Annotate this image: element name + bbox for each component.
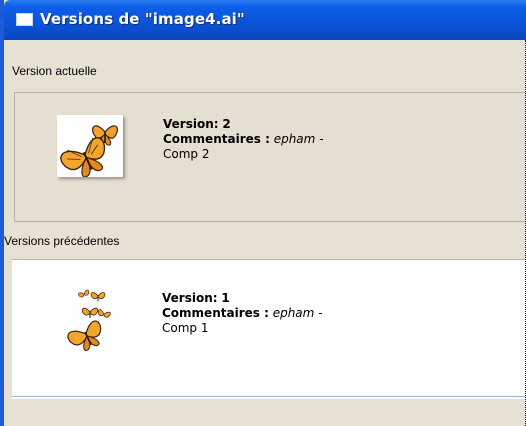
comment-text: Comp 1 bbox=[162, 321, 209, 335]
comments-label: Commentaires : bbox=[163, 132, 270, 146]
current-version-panel: Version: 2 Commentaires : epham - Comp 2 bbox=[14, 92, 526, 222]
comments-separator: - bbox=[318, 306, 323, 320]
comments-separator: - bbox=[319, 132, 324, 146]
comments-author: epham bbox=[272, 306, 315, 320]
versions-window: Versions de "image4.ai" Version actuelle bbox=[0, 0, 526, 426]
butterflies-thumbnail-icon[interactable] bbox=[66, 278, 120, 376]
window-icon bbox=[16, 13, 33, 26]
version-value: 1 bbox=[221, 291, 230, 305]
title-bar[interactable]: Versions de "image4.ai" bbox=[4, 0, 526, 40]
previous-versions-label: Versions précédentes bbox=[4, 234, 120, 248]
current-version-info: Version: 2 Commentaires : epham - Comp 2 bbox=[163, 117, 324, 162]
comments-label: Commentaires : bbox=[162, 306, 269, 320]
current-version-label: Version actuelle bbox=[12, 64, 97, 78]
comment-text: Comp 2 bbox=[163, 147, 210, 161]
butterfly-thumbnail-icon[interactable] bbox=[57, 115, 123, 177]
comments-author: epham bbox=[273, 132, 316, 146]
version-value: 2 bbox=[222, 117, 231, 131]
previous-version-item[interactable]: Version: 1 Commentaires : epham - Comp 1 bbox=[162, 291, 323, 336]
previous-versions-panel: Version: 1 Commentaires : epham - Comp 1 bbox=[12, 259, 526, 399]
version-label: Version: bbox=[163, 117, 219, 131]
window-title: Versions de "image4.ai" bbox=[40, 10, 245, 28]
item-divider bbox=[12, 396, 526, 397]
version-label: Version: bbox=[162, 291, 218, 305]
